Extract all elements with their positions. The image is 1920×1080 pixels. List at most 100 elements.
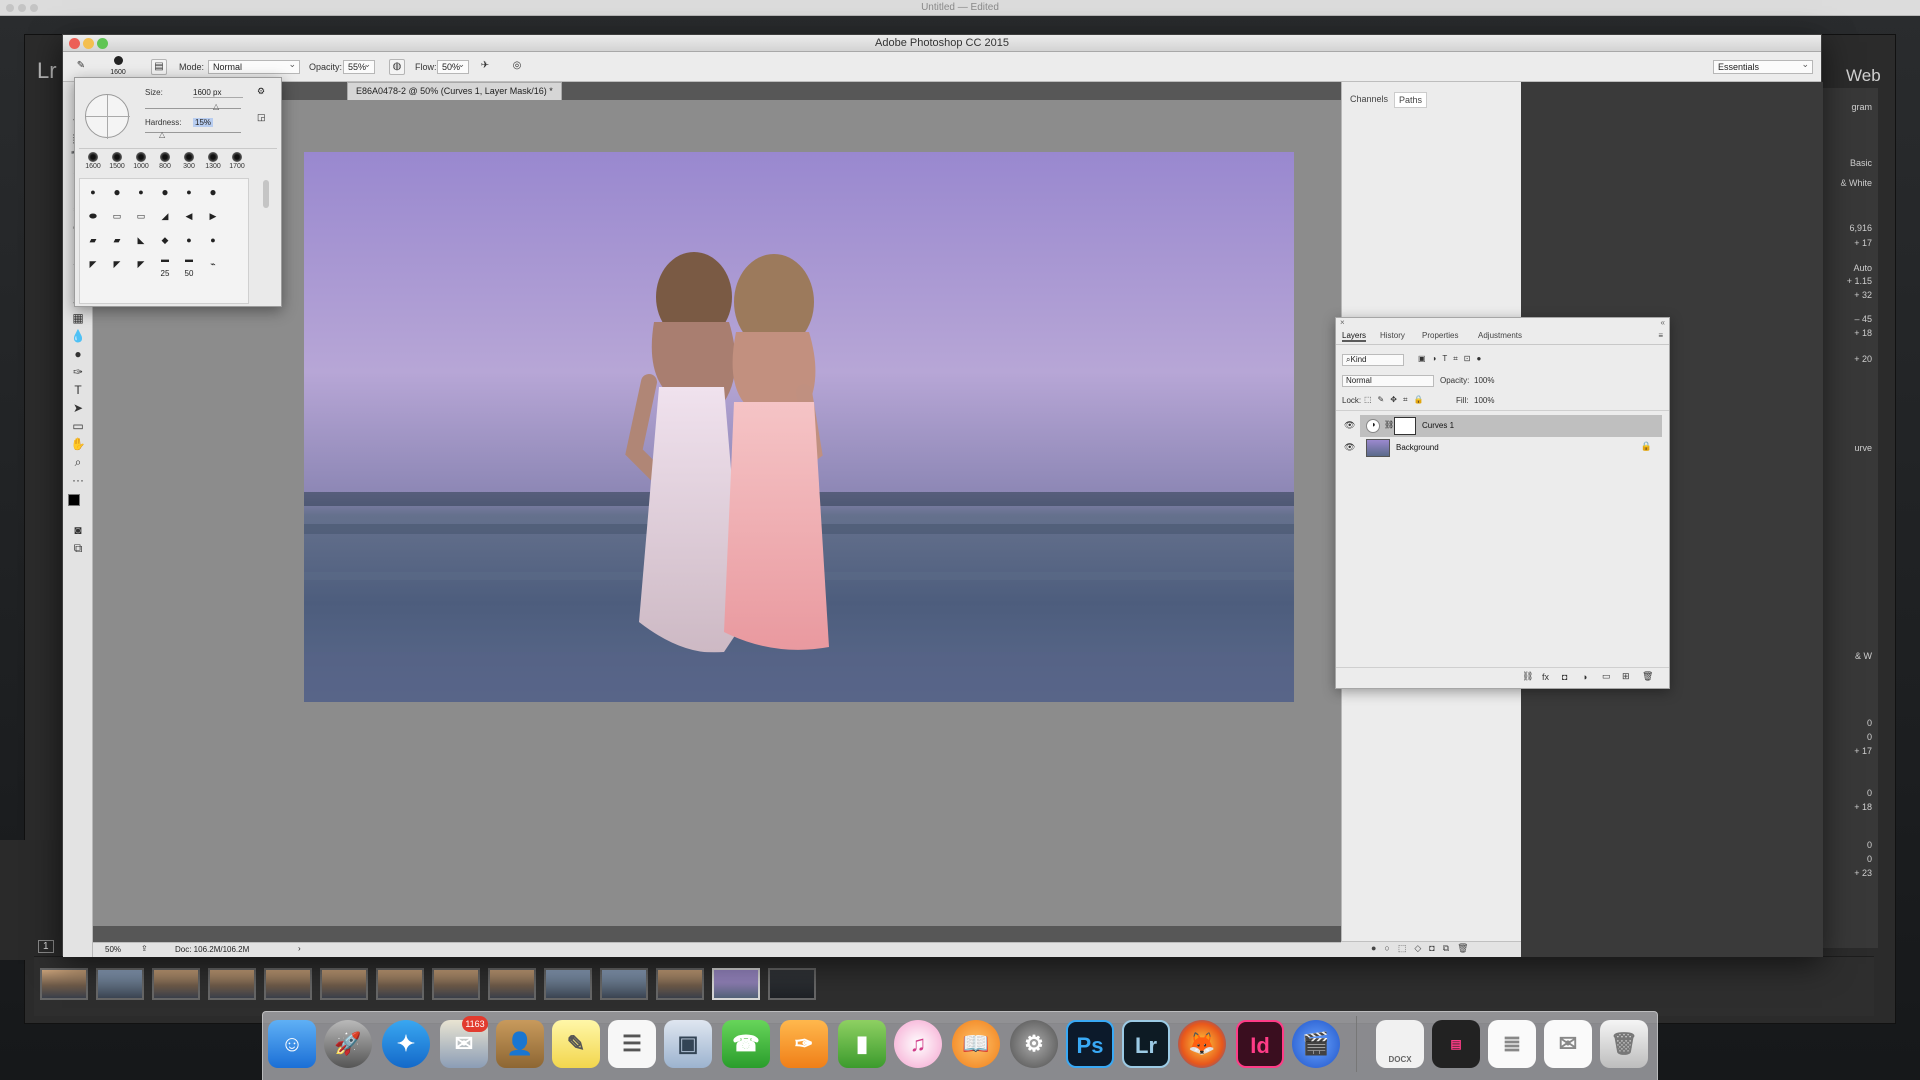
panel-menu-icon[interactable]: ≡ [1658,331,1663,340]
facetime-icon[interactable]: ☎ [722,1020,770,1068]
layer-mask-thumbnail[interactable] [1394,417,1416,435]
size-slider[interactable] [145,108,241,109]
status-menu-arrow-icon[interactable]: › [298,944,301,953]
trash-icon[interactable]: 🗑 [1642,671,1653,682]
brush-preset[interactable]: 1300 [201,152,225,174]
size-slider-handle-icon[interactable]: △ [213,102,219,111]
filmstrip-thumb[interactable] [768,968,816,1000]
panel-close-icon[interactable]: × [1340,318,1345,327]
brush-grid-item-icon[interactable]: ● [156,185,174,199]
hardness-field[interactable]: 15% [193,118,214,127]
quick-mask-icon[interactable]: ◙ [67,522,89,538]
brush-grid-item-icon[interactable]: ◤ [132,257,150,271]
brush-grid-item-icon[interactable]: ▰ [108,233,126,247]
airbrush-icon[interactable]: ✈ [477,59,493,75]
flow-select[interactable]: 50% [437,59,469,74]
tab-adjustments[interactable]: Adjustments [1478,331,1522,340]
opacity-value[interactable]: 100% [1474,376,1494,385]
filmstrip-thumb[interactable] [40,968,88,1000]
filmstrip-thumb[interactable] [600,968,648,1000]
export-icon[interactable]: ⇪ [141,944,148,953]
brush-grid-item-icon[interactable]: ◤ [108,257,126,271]
finder-icon[interactable]: ☺ [268,1020,316,1068]
zoom-level[interactable]: 50% [105,945,121,954]
brush-grid-item[interactable]: ▬ 50 [180,253,198,278]
screen-mode-icon[interactable]: ⧉ [67,540,89,556]
path-select-tool-icon[interactable]: ➤ [67,400,89,416]
brush-grid-item-icon[interactable]: ⌁ [204,257,222,271]
foreground-color-swatch[interactable] [68,494,80,506]
brush-preset[interactable]: 800 [153,152,177,174]
tab-history[interactable]: History [1380,331,1405,340]
visibility-eye-icon[interactable]: 👁 [1344,420,1355,430]
visibility-eye-icon[interactable]: 👁 [1344,442,1355,452]
pressure-size-icon[interactable]: ◎ [509,59,525,75]
filmstrip-thumb-selected[interactable] [712,968,760,1000]
brush-grid-item-icon[interactable]: ● [180,233,198,247]
brush-grid-item-icon[interactable]: ◤ [84,257,102,271]
panel-label-tone-curve[interactable]: urve [1854,443,1872,453]
brush-grid-item-icon[interactable]: ● [108,185,126,199]
brush-grid-item-icon[interactable]: ▶ [204,209,222,223]
filmstrip-thumb[interactable] [656,968,704,1000]
dodge-tool-icon[interactable]: ● [67,346,89,362]
mail-file-icon[interactable]: ✉ [1544,1020,1592,1068]
preview-icon[interactable]: ▣ [664,1020,712,1068]
document-icon[interactable]: DOCX [1376,1020,1424,1068]
blur-tool-icon[interactable]: 💧 [67,328,89,344]
indesign-icon[interactable]: Id [1236,1020,1284,1068]
shape-tool-icon[interactable]: ▭ [67,418,89,434]
gear-icon[interactable]: ⚙ [257,86,265,97]
brush-preset[interactable]: 1600 [81,152,105,174]
brush-grid-item-icon[interactable]: ● [132,185,150,199]
brush-preset-grid[interactable]: ● ● ● ● ● ● ⬬ ▭ ▭ ◢ ◀ ▶ ▰ ▰ ◣ ◆ ● ● ◤ ◤ … [79,178,249,304]
numbers-icon[interactable]: ▮ [838,1020,886,1068]
brush-preset[interactable]: 300 [177,152,201,174]
filmstrip-thumb[interactable] [208,968,256,1000]
tab-paths[interactable]: Paths [1394,92,1428,108]
gradient-tool-icon[interactable]: ▦ [67,310,89,326]
brush-grid-item-icon[interactable]: ◢ [156,209,174,223]
brush-grid-item-icon[interactable]: ⬬ [84,209,102,223]
ibooks-icon[interactable]: 📖 [952,1020,1000,1068]
link-icon[interactable]: ⛓ [1384,420,1394,429]
mode-select[interactable]: Normal [208,59,300,74]
photoshop-titlebar[interactable]: Adobe Photoshop CC 2015 [63,35,1821,52]
reminders-icon[interactable]: ☰ [608,1020,656,1068]
trash-icon[interactable]: 🗑 [1600,1020,1648,1068]
notes-icon[interactable]: ✎ [552,1020,600,1068]
brush-panel-toggle-icon[interactable]: ▤ [151,59,167,75]
brush-grid-item-icon[interactable]: ▰ [84,233,102,247]
type-tool-icon[interactable]: T [67,382,89,398]
filmstrip-thumb[interactable] [152,968,200,1000]
brush-grid-item-icon[interactable]: ● [84,185,102,199]
opacity-select[interactable]: 55% [343,59,375,74]
layer-filter-icons[interactable]: ▣◑T⌗⊡● [1418,354,1487,364]
indesign-file-icon[interactable]: ▤ [1432,1020,1480,1068]
lightroom-module-web[interactable]: Web [1846,66,1881,86]
system-preferences-icon[interactable]: ⚙ [1010,1020,1058,1068]
panel-label-bw[interactable]: & White [1840,178,1872,188]
more-tools-icon[interactable]: ··· [67,472,89,488]
filmstrip-thumb[interactable] [488,968,536,1000]
filmstrip-thumb[interactable] [264,968,312,1000]
brush-grid-item-icon[interactable]: ● [204,185,222,199]
filter-kind-select[interactable]: ⌕Kind [1342,354,1404,366]
filmstrip-thumb[interactable] [376,968,424,1000]
lightroom-icon[interactable]: Lr [1122,1020,1170,1068]
blend-mode-select[interactable]: Normal [1342,375,1434,387]
adjustment-layer-icon[interactable]: ◑ [1582,672,1587,682]
tab-layers[interactable]: Layers [1342,331,1367,342]
panel-label-basic[interactable]: Basic [1850,158,1872,168]
tab-channels[interactable]: Channels [1346,92,1392,106]
brush-preset[interactable]: 1700 [225,152,249,174]
pen-tool-icon[interactable]: ✑ [67,364,89,380]
tab-properties[interactable]: Properties [1422,331,1458,340]
panel-collapse-icon[interactable]: « [1661,318,1665,327]
brush-grid-item-icon[interactable]: ● [180,185,198,199]
tone-auto[interactable]: Auto [1853,263,1872,273]
brush-grid-item-icon[interactable]: ◣ [132,233,150,247]
new-group-icon[interactable]: ▭ [1602,671,1611,682]
brush-grid-scrollbar[interactable] [263,180,269,208]
photoshop-icon[interactable]: Ps [1066,1020,1114,1068]
